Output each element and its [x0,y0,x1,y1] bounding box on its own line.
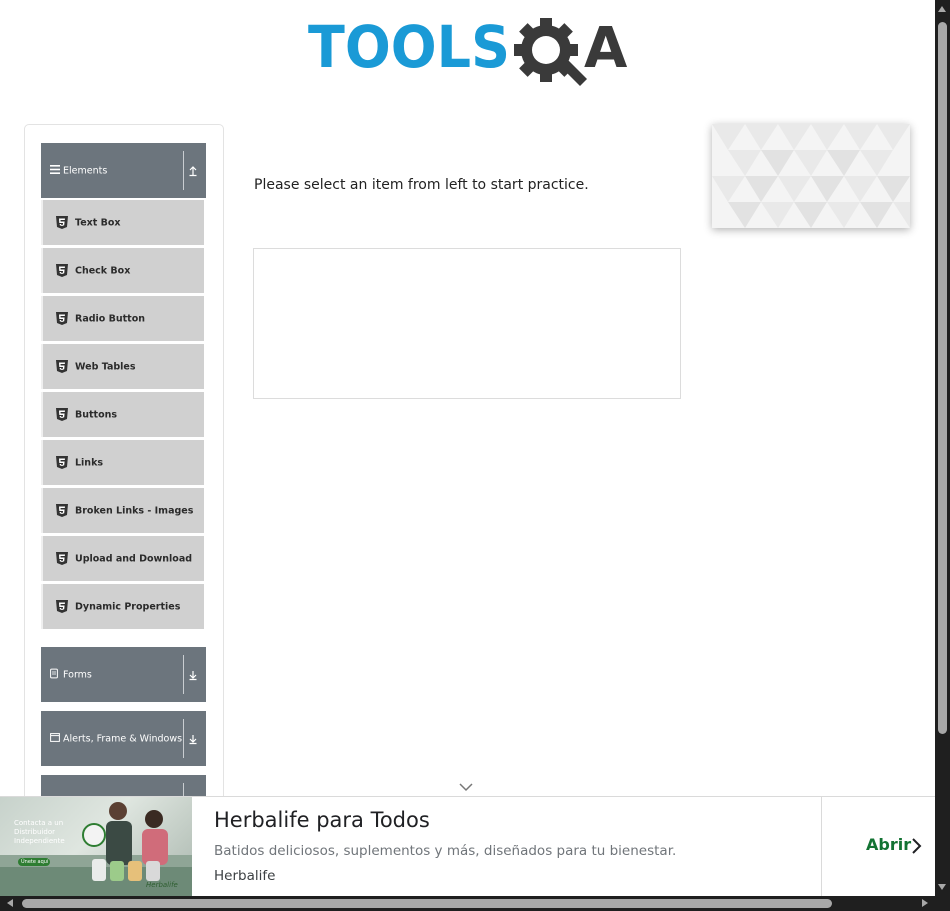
menu-item-web-tables[interactable]: Web Tables [41,344,204,389]
html5-icon [56,456,68,469]
html5-icon [56,552,68,565]
logo-text-tools: TOOLS [308,14,510,81]
elements-menu-list: Text Box Check Box Radio Button Web Tabl… [41,200,204,632]
group-header-alerts-frame-windows[interactable]: Alerts, Frame & Windows [41,711,206,766]
menu-item-label: Broken Links - Images [75,505,194,516]
ad-banner[interactable]: Contacta a un Distribuidor Independiente… [0,796,936,896]
content-placeholder-box [253,248,681,399]
divider [821,797,822,896]
menu-item-label: Dynamic Properties [75,601,181,612]
page-instruction: Please select an item from left to start… [254,177,589,193]
divider [183,719,184,758]
ad-image-text: Independiente [14,837,65,845]
group-header-elements[interactable]: Elements [41,143,206,198]
scroll-left-arrow-icon[interactable] [7,899,13,907]
group-label: Elements [63,165,108,176]
ad-brand: Herbalife [214,868,276,884]
html5-icon [56,408,68,421]
html5-icon [56,264,68,277]
expand-arrow-icon[interactable] [187,669,199,681]
ad-description: Batidos deliciosos, suplementos y más, d… [214,843,677,859]
banner-image[interactable] [712,124,910,228]
menu-item-upload-and-download[interactable]: Upload and Download [41,536,204,581]
html5-icon [56,600,68,613]
menu-item-check-box[interactable]: Check Box [41,248,204,293]
logo-text-a: A [584,16,628,81]
ad-image[interactable]: Contacta a un Distribuidor Independiente… [0,797,192,896]
vertical-scroll-thumb[interactable] [938,22,947,734]
document-icon [50,668,58,681]
menu-item-label: Buttons [75,409,118,420]
ad-image-logo: Herbalife [146,881,178,889]
html5-icon [56,312,68,325]
vertical-scrollbar[interactable] [935,0,950,896]
window-icon [50,732,60,745]
html5-icon [56,504,68,517]
menu-item-label: Text Box [75,217,121,228]
gear-magnifier-icon [514,18,587,86]
collapse-arrow-icon[interactable] [187,165,199,177]
menu-item-buttons[interactable]: Buttons [41,392,204,437]
ad-image-text: Distribuidor [14,828,55,836]
menu-item-label: Radio Button [75,313,145,324]
hamburger-icon [50,164,60,177]
menu-item-label: Check Box [75,265,131,276]
divider [183,655,184,694]
menu-item-label: Upload and Download [75,553,193,564]
chevron-right-icon[interactable] [910,837,922,855]
group-label: Forms [63,669,92,680]
expand-arrow-icon[interactable] [187,733,199,745]
menu-item-label: Links [75,457,104,468]
scroll-down-arrow-icon[interactable] [938,884,946,890]
toolsqa-logo[interactable]: TOOLS A [308,14,638,90]
menu-item-links[interactable]: Links [41,440,204,485]
menu-item-dynamic-properties[interactable]: Dynamic Properties [41,584,204,629]
divider [183,783,184,796]
ad-image-join-button: Únete aquí [21,859,49,865]
scroll-up-arrow-icon[interactable] [938,6,946,12]
ad-open-button[interactable]: Abrir [866,835,911,854]
group-label: Alerts, Frame & Windows [63,733,183,744]
html5-icon [56,216,68,229]
group-header-forms[interactable]: Forms [41,647,206,702]
html5-icon [56,360,68,373]
horizontal-scrollbar[interactable] [0,896,950,911]
horizontal-scroll-thumb[interactable] [22,899,832,908]
menu-item-broken-links-images[interactable]: Broken Links - Images [41,488,204,533]
group-header-next[interactable] [41,775,206,796]
ad-image-text: Contacta a un [14,819,64,827]
scroll-right-arrow-icon[interactable] [922,899,928,907]
ad-title[interactable]: Herbalife para Todos [214,808,430,832]
menu-item-radio-button[interactable]: Radio Button [41,296,204,341]
divider [183,151,184,190]
chevron-down-icon[interactable] [458,782,474,792]
menu-item-text-box[interactable]: Text Box [41,200,204,245]
menu-item-label: Web Tables [75,361,136,372]
